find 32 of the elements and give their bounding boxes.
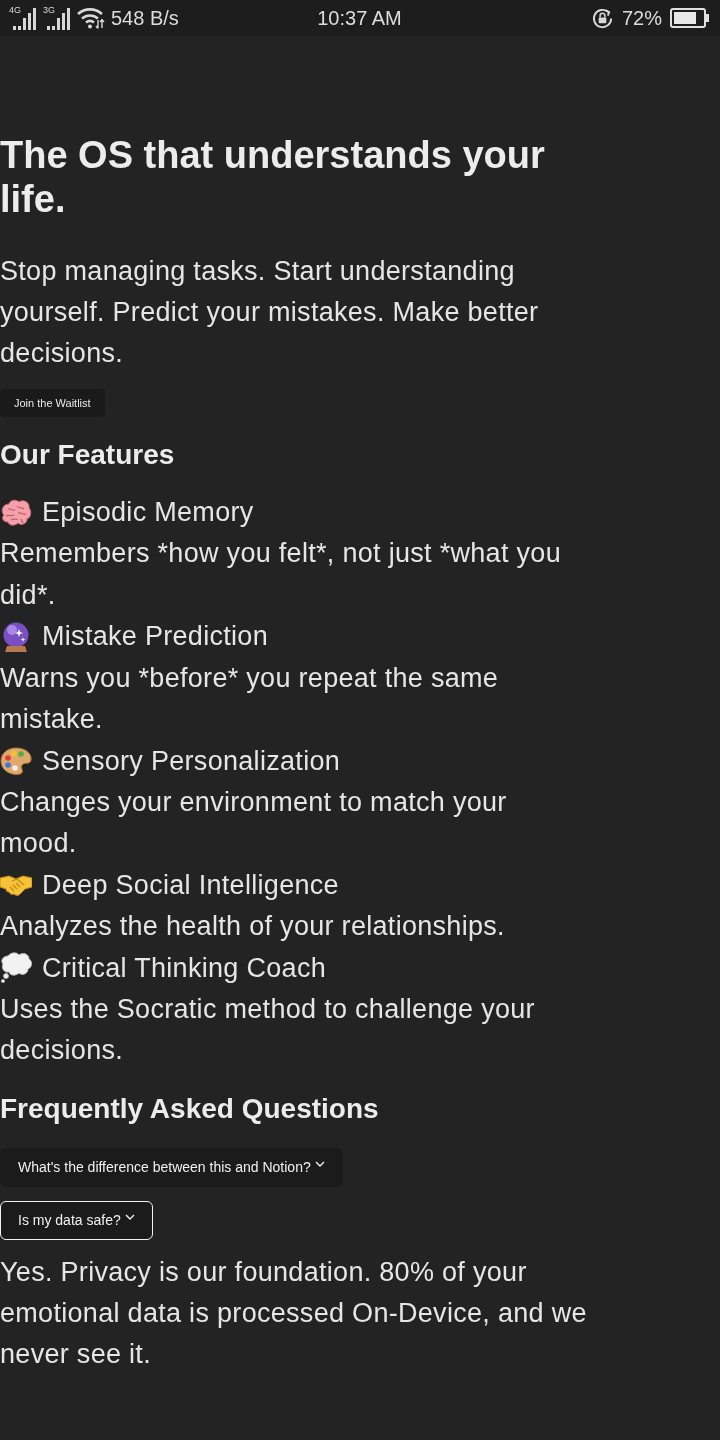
rotation-lock-icon <box>590 6 614 30</box>
feature-title: Deep Social Intelligence <box>42 868 339 902</box>
feature-title: Sensory Personalization <box>42 744 341 778</box>
hero-title: The OS that understands your life. <box>0 133 546 221</box>
palette-icon <box>0 747 32 776</box>
battery-icon <box>670 8 710 28</box>
thought-bubble-icon <box>0 952 32 985</box>
feature-description: Uses the Socratic method to challenge your decisions. <box>0 992 536 1068</box>
wifi-icon <box>77 7 105 29</box>
feature-description: Remembers *how you felt*, not just *what you did*. <box>0 537 562 612</box>
feature-title: Critical Thinking Coach <box>42 951 327 985</box>
section-heading: Frequently Asked Questions <box>0 1091 380 1126</box>
feature-description: Analyzes the health of your relationships. <box>0 910 506 943</box>
feature-description: Warns you *before* you repeat the same mistake. <box>0 661 500 736</box>
chevron-down-icon <box>124 1213 135 1220</box>
faq-answer: Yes. Privacy is our foundation. 80% of your emotional data is processed On-Device, and we never see it. <box>0 1255 588 1372</box>
handshake-icon <box>0 874 32 897</box>
feature-description: Changes your environment to match your mood. <box>0 785 508 861</box>
join-waitlist-button[interactable]: Join the Waitlist <box>0 389 105 417</box>
clock-time: 10:37 AM <box>317 6 402 30</box>
brain-icon <box>0 498 32 527</box>
faq-question-button[interactable]: Is my data safe? <box>0 1200 153 1240</box>
section-heading: Our Features <box>0 438 176 472</box>
chevron-down-icon <box>314 1160 325 1167</box>
feature-title: Episodic Memory <box>42 496 254 530</box>
battery-percent: 72% <box>621 6 662 30</box>
data-speed: 548 B/s <box>111 6 179 30</box>
network-type-label: 4G <box>9 5 21 15</box>
network-type-label: 3G <box>43 5 55 15</box>
feature-title: Mistake Prediction <box>42 620 268 654</box>
hero-subtitle: Stop managing tasks. Start understanding yourself. Predict your mistakes. Make better decisions. <box>0 255 540 370</box>
faq-question-button[interactable]: What's the difference between this and Notion? <box>0 1147 343 1187</box>
